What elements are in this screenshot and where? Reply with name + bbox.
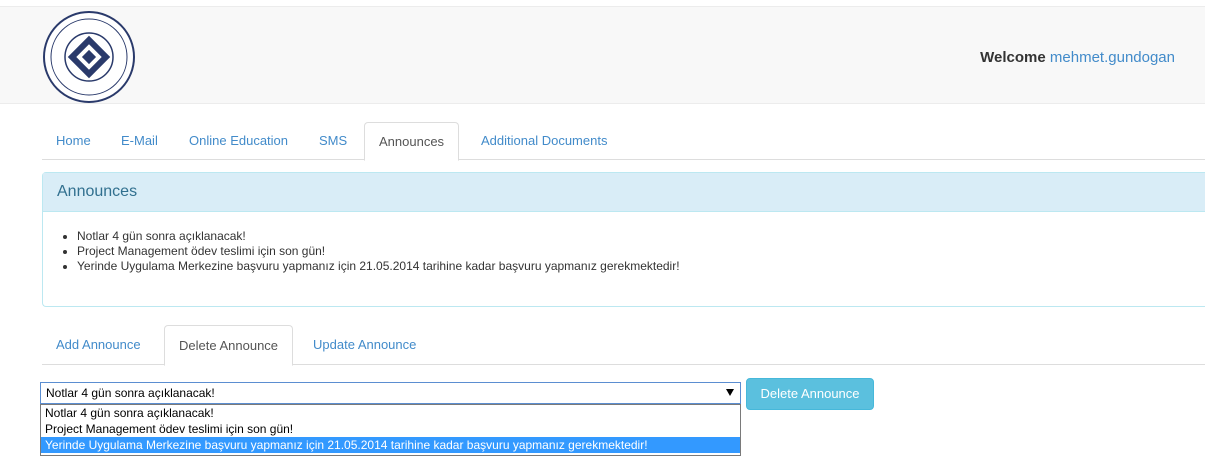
announces-panel-body: Notlar 4 gün sonra açıklanacak! Project … bbox=[43, 212, 1205, 274]
tab-online-education[interactable]: Online Education bbox=[175, 122, 302, 160]
delete-announce-button[interactable]: Delete Announce bbox=[746, 378, 874, 410]
tab-additional-documents[interactable]: Additional Documents bbox=[467, 122, 621, 160]
main-nav-tabs: Home E-Mail Online Education SMS Announc… bbox=[42, 122, 1205, 161]
announces-panel-title: Announces bbox=[43, 173, 1205, 212]
tab-sms[interactable]: SMS bbox=[305, 122, 361, 160]
announce-item: Project Management ödev teslimi için son… bbox=[77, 244, 1205, 259]
welcome-label: Welcome bbox=[980, 49, 1046, 66]
university-logo bbox=[42, 10, 136, 104]
announce-action-tabs: Add Announce Delete Announce Update Anno… bbox=[42, 325, 1205, 366]
tab-add-announce[interactable]: Add Announce bbox=[42, 325, 155, 365]
select-option[interactable]: Project Management ödev teslimi için son… bbox=[41, 421, 740, 437]
announce-item: Notlar 4 gün sonra açıklanacak! bbox=[77, 229, 1205, 244]
select-option[interactable]: Notlar 4 gün sonra açıklanacak! bbox=[41, 405, 740, 421]
announce-select-value: Notlar 4 gün sonra açıklanacak! bbox=[46, 386, 215, 400]
announce-list: Notlar 4 gün sonra açıklanacak! Project … bbox=[77, 229, 1205, 274]
tab-home[interactable]: Home bbox=[42, 122, 105, 160]
select-option-highlighted[interactable]: Yerinde Uygulama Merkezine başvuru yapma… bbox=[41, 437, 740, 453]
tab-delete-announce[interactable]: Delete Announce bbox=[164, 325, 294, 366]
dropdown-arrow-icon[interactable] bbox=[726, 389, 734, 396]
tab-update-announce[interactable]: Update Announce bbox=[299, 325, 430, 365]
page-header: Welcome mehmet.gundogan bbox=[0, 6, 1205, 104]
tab-email[interactable]: E-Mail bbox=[107, 122, 172, 160]
announce-select-options: Notlar 4 gün sonra açıklanacak! Project … bbox=[40, 404, 741, 456]
announces-panel: Announces Notlar 4 gün sonra açıklanacak… bbox=[42, 172, 1205, 307]
username-link[interactable]: mehmet.gundogan bbox=[1050, 49, 1175, 66]
tab-announces[interactable]: Announces bbox=[364, 122, 460, 161]
welcome-message: Welcome mehmet.gundogan bbox=[980, 49, 1175, 66]
announce-select[interactable]: Notlar 4 gün sonra açıklanacak! bbox=[40, 382, 741, 404]
announce-item: Yerinde Uygulama Merkezine başvuru yapma… bbox=[77, 259, 1205, 274]
